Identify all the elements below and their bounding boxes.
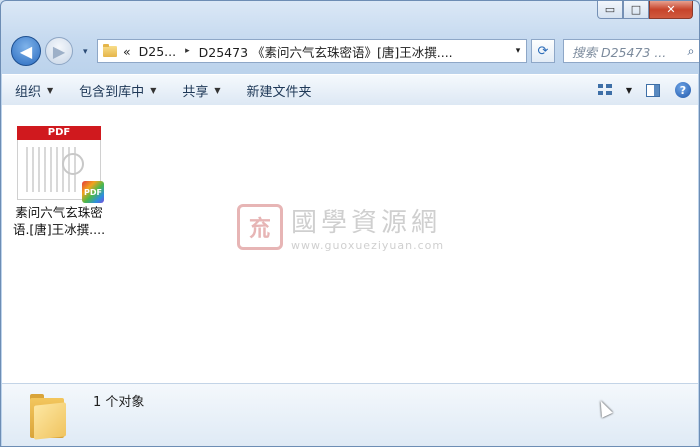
file-name-line-1: 素问六气玄珠密 [15,205,103,220]
breadcrumb-item-current[interactable]: D25473 《素问六气玄珠密语》[唐]王冰撰.... [199,42,453,61]
explorer-window: ▭ □ ✕ ◀ ▶ ▾ « D25... ▸ D25473 《素问六气玄珠密语》… [0,0,700,447]
back-arrow-icon: ◀ [19,41,33,61]
pdf-header-label: PDF [17,126,101,140]
watermark-title: 國學資源網 [291,208,442,238]
command-bar: 组织 ▼ 包含到库中 ▼ 共享 ▼ 新建文件夹 ▼ ? [2,74,698,106]
share-menu[interactable]: 共享 ▼ [169,75,233,105]
recent-pages-dropdown[interactable]: ▾ [83,47,88,57]
breadcrumb-separator-icon[interactable]: ▸ [185,46,190,56]
file-list-area[interactable]: PDF PDF 素问六气玄珠密 语.[唐]王冰撰.... 㐬 國學資源網 www… [2,105,698,383]
include-in-library-label: 包含到库中 [79,84,145,100]
item-count: 1 个对象 [93,395,145,410]
view-grid-icon [598,84,612,96]
file-name[interactable]: 素问六气玄珠密 语.[唐]王冰撰.... [10,204,108,238]
include-in-library-menu[interactable]: 包含到库中 ▼ [66,75,169,105]
pdf-badge-icon: PDF [82,181,104,203]
search-placeholder: 搜索 D25473 ... [572,44,667,60]
folder-icon [103,43,117,57]
preview-pane-icon [646,83,660,97]
close-icon: ✕ [666,3,676,16]
watermark: 㐬 國學資源網 www.guoxueziyuan.com [237,202,444,252]
view-options-dropdown[interactable]: ▼ [620,78,638,102]
help-button[interactable]: ? [668,78,698,102]
back-button[interactable]: ◀ [11,36,41,66]
chevron-down-icon: ▼ [47,85,54,95]
caption-buttons: ▭ □ ✕ [597,1,693,19]
preview-pane-button[interactable] [638,78,668,102]
breadcrumb-item-parent[interactable]: D25... [139,44,176,59]
details-pane: 1 个对象 [2,383,698,446]
file-item[interactable]: PDF PDF 素问六气玄珠密 语.[唐]王冰撰.... [10,126,108,238]
refresh-icon: ⟳ [537,43,549,59]
forward-button[interactable]: ▶ [45,37,73,65]
address-dropdown-icon[interactable]: ▾ [510,40,526,62]
search-input[interactable]: 搜索 D25473 ... ⌕ [563,39,699,63]
pdf-file-icon: PDF PDF [17,126,104,203]
folder-icon [30,394,70,440]
share-label: 共享 [182,84,209,100]
organize-label: 组织 [15,84,42,100]
search-icon[interactable]: ⌕ [681,43,699,59]
new-folder-label: 新建文件夹 [246,84,312,100]
seal-icon [62,153,84,175]
organize-menu[interactable]: 组织 ▼ [2,75,66,105]
watermark-seal-icon: 㐬 [237,204,283,250]
breadcrumb-overflow[interactable]: « [123,44,131,59]
file-name-line-2: 语.[唐]王冰撰.... [12,222,106,237]
help-icon: ? [675,82,691,98]
maximize-button[interactable]: □ [623,1,649,19]
new-folder-button[interactable]: 新建文件夹 [234,75,325,105]
address-bar[interactable]: « D25... ▸ D25473 《素问六气玄珠密语》[唐]王冰撰.... ▾ [97,39,527,63]
forward-arrow-icon: ▶ [52,41,66,61]
chevron-down-icon: ▼ [214,85,221,95]
maximize-icon: □ [630,3,642,16]
refresh-button[interactable]: ⟳ [531,39,555,63]
chevron-down-icon: ▼ [150,85,157,95]
minimize-button[interactable]: ▭ [597,1,623,19]
chevron-down-icon: ▼ [625,85,633,95]
minimize-icon: ▭ [604,3,616,16]
close-button[interactable]: ✕ [649,1,693,19]
navigation-bar: ◀ ▶ ▾ « D25... ▸ D25473 《素问六气玄珠密语》[唐]王冰撰… [11,36,699,66]
change-view-button[interactable] [590,78,620,102]
watermark-url: www.guoxueziyuan.com [291,239,445,252]
